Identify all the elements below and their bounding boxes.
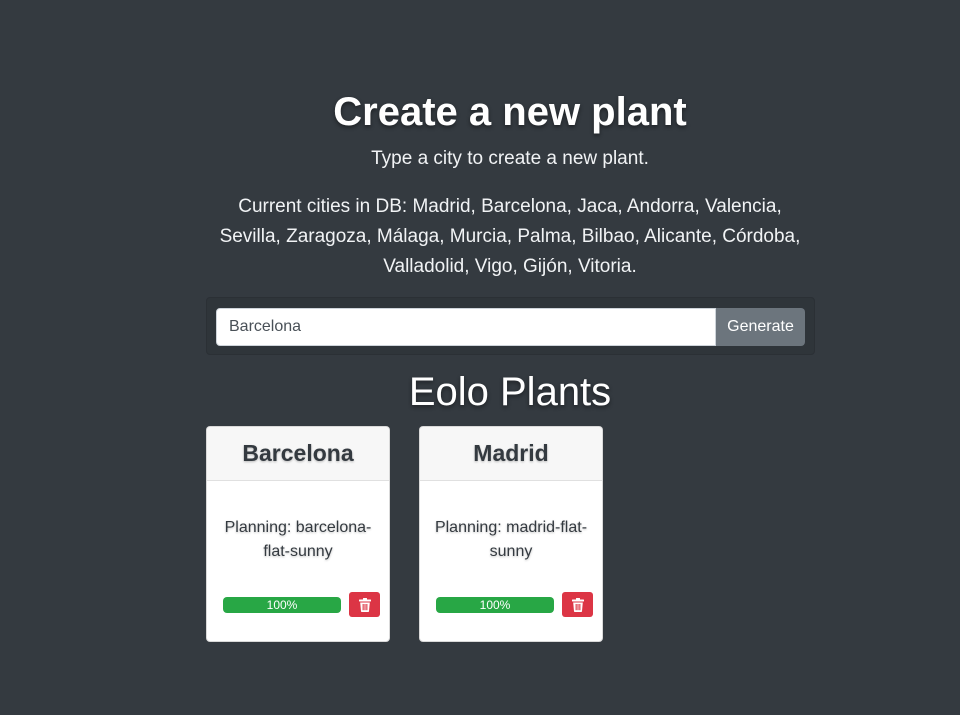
trash-icon [358,597,371,612]
plant-card-body: Planning: barcelona-flat-sunny 100% [207,481,389,641]
plant-card-title: Barcelona [207,427,389,481]
create-plant-form: Barcelona Generate [206,297,815,355]
page: Create a new plant Type a city to create… [0,0,960,715]
plant-card-barcelona: Barcelona Planning: barcelona-flat-sunny… [206,426,390,642]
generate-button[interactable]: Generate [716,308,805,346]
plant-card-madrid: Madrid Planning: madrid-flat-sunny 100% [419,426,603,642]
delete-plant-button[interactable] [562,592,593,617]
city-input[interactable]: Barcelona [216,308,716,346]
cities-list-text: Current cities in DB: Madrid, Barcelona,… [219,196,801,277]
plant-progress-fill: 100% [436,597,554,613]
plant-progress-fill: 100% [223,597,341,613]
plant-progress-bar: 100% [436,597,554,613]
plant-planning-text: Planning: madrid-flat-sunny [434,519,588,560]
hero-section: Create a new plant Type a city to create… [200,88,820,282]
delete-plant-button[interactable] [349,592,380,617]
page-title: Create a new plant [333,90,687,134]
plant-progress-bar: 100% [223,597,341,613]
trash-icon [571,597,584,612]
plant-card-body: Planning: madrid-flat-sunny 100% [420,481,602,641]
plant-planning-text: Planning: barcelona-flat-sunny [224,519,372,560]
plant-card-title: Madrid [420,427,602,481]
instructions-text: Type a city to create a new plant. [371,148,649,169]
plants-section-title: Eolo Plants [408,370,612,414]
